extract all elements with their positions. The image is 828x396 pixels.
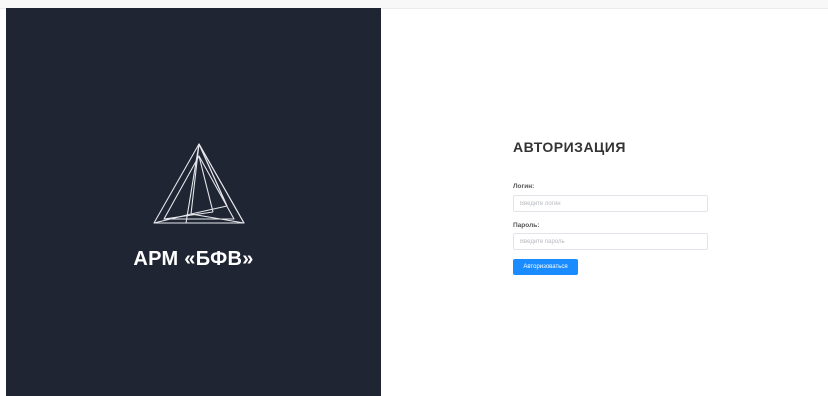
app-title: АРМ «БФВ» — [133, 248, 254, 270]
auth-panel: АВТОРИЗАЦИЯ Логин: Пароль: Авторизоватьс… — [381, 9, 828, 396]
password-label: Пароль: — [513, 222, 540, 229]
password-input[interactable] — [513, 233, 708, 250]
login-page: АРМ «БФВ» АВТОРИЗАЦИЯ Логин: Пароль: Авт… — [0, 0, 828, 396]
triangle-logo-icon — [153, 143, 245, 224]
login-input[interactable] — [513, 195, 708, 212]
auth-title: АВТОРИЗАЦИЯ — [513, 139, 626, 155]
login-label: Логин: — [513, 183, 535, 190]
branding-panel: АРМ «БФВ» — [6, 8, 381, 396]
login-submit-button[interactable]: Авторизоваться — [513, 259, 578, 275]
